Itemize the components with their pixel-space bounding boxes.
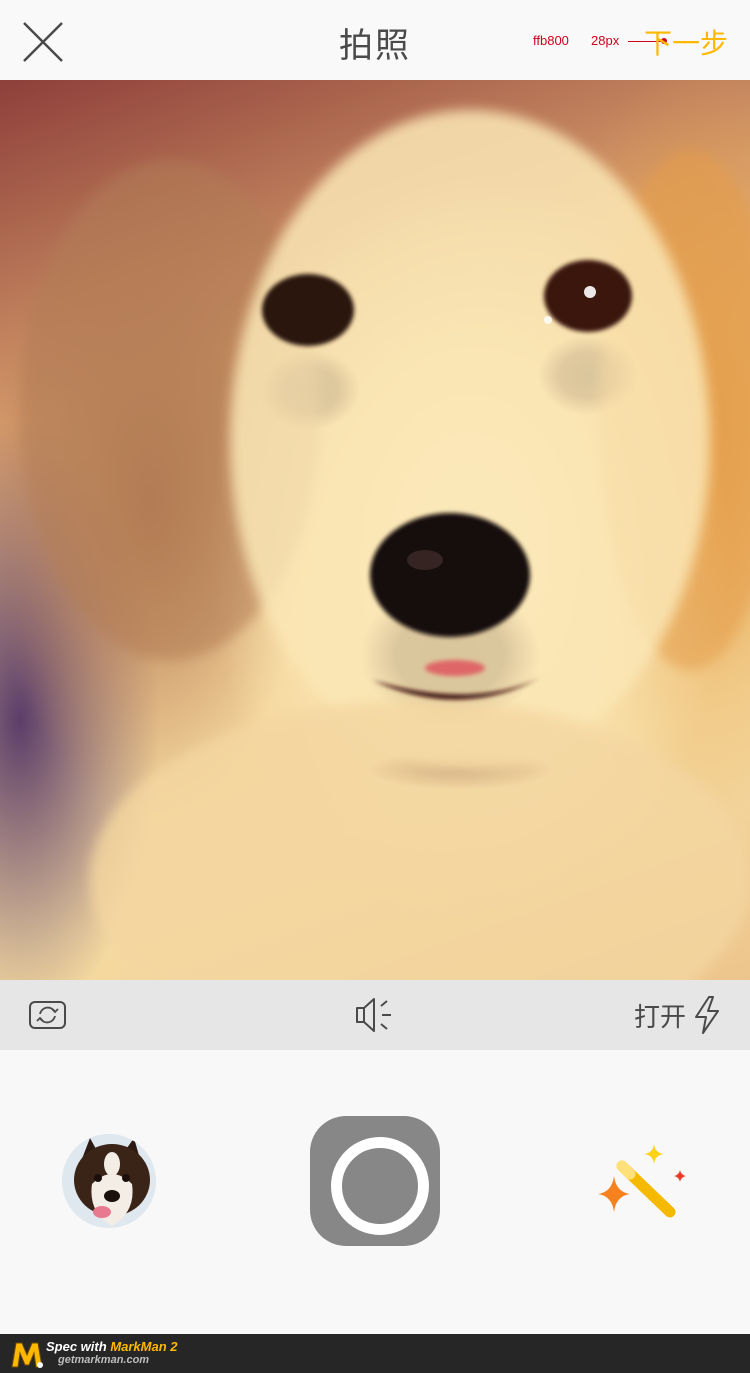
markman-site: getmarkman.com [58,1354,150,1366]
page-title: 拍照 [339,26,411,66]
husky-thumbnail-image [62,1134,156,1228]
camera-toolbar: 打开 [0,980,750,1050]
markman-logo-icon [11,1342,43,1368]
camera-screen: 拍照 ffb800 28px 下一步 打开 Spec with MarkMan … [0,0,750,1373]
magic-filter-button[interactable] [594,1142,690,1226]
markman-footer: Spec with MarkMan 2 getmarkman.com [0,1334,750,1373]
camera-viewfinder[interactable] [0,80,750,980]
spec-color-note: ffb800 [533,33,569,48]
flash-label: 打开 [633,1002,686,1033]
gallery-thumbnail[interactable] [62,1134,156,1228]
markman-brand: MarkMan 2 [110,1339,178,1354]
lightning-icon [695,996,719,1034]
shutter-button[interactable] [310,1116,440,1246]
dog-photo [20,110,750,980]
flash-toggle[interactable]: 打开 [634,994,722,1036]
sound-button[interactable] [355,996,395,1034]
speaker-icon [356,998,391,1032]
markman-spec-with: Spec with [46,1339,107,1354]
switch-camera-button[interactable] [28,995,68,1035]
magic-wand-icon [598,1144,686,1218]
shutter-ring [331,1137,429,1235]
markman-credit: Spec with MarkMan 2 [46,1339,178,1354]
header-bar: 拍照 ffb800 28px 下一步 [0,0,750,80]
capture-controls [0,1050,750,1334]
spec-size-note: 28px [591,33,620,48]
switch-camera-icon [29,1001,66,1029]
next-step-button[interactable]: 下一步 [644,22,728,62]
